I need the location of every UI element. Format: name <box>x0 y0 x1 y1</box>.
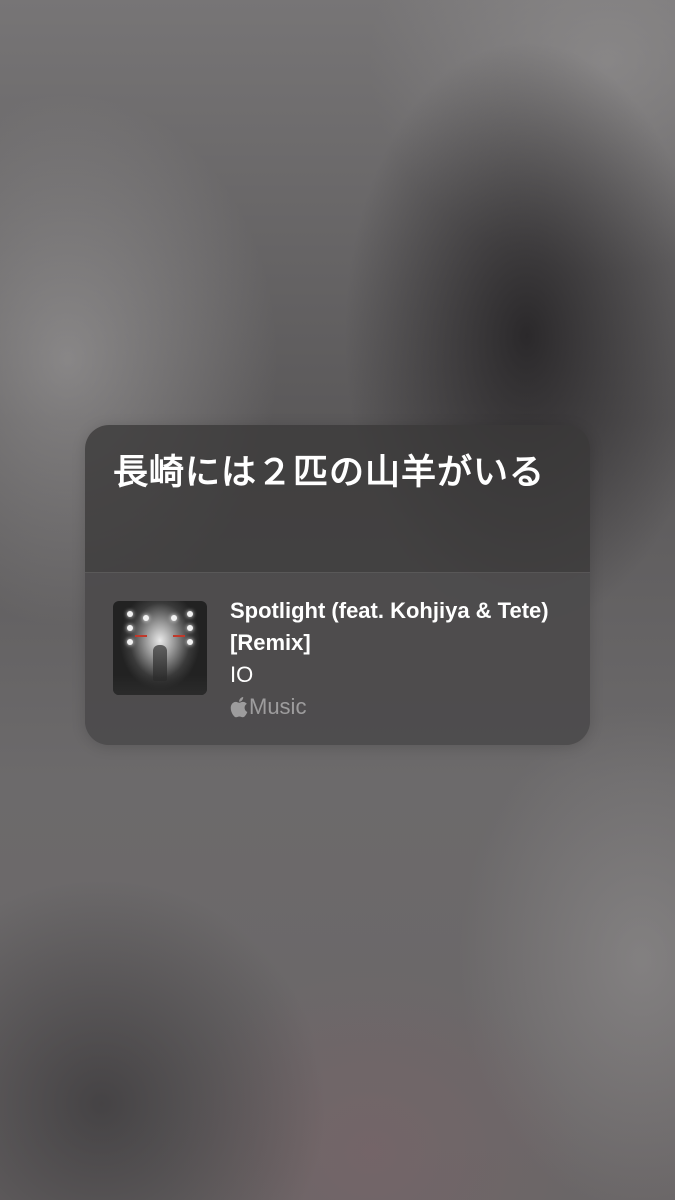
apple-logo-icon <box>230 697 248 718</box>
track-artist: IO <box>230 662 254 687</box>
service-label: Music <box>249 694 307 719</box>
album-artwork[interactable] <box>113 601 207 695</box>
track-title: Spotlight (feat. Kohjiya & Tete) [Remix] <box>230 598 549 655</box>
track-row[interactable]: Spotlight (feat. Kohjiya & Tete) [Remix]… <box>85 573 590 745</box>
card-header: 長崎には２匹の山羊がいる <box>85 425 590 572</box>
shared-music-card[interactable]: 長崎には２匹の山羊がいる Spotlight (feat. Kohjiya & … <box>85 425 590 745</box>
card-title: 長崎には２匹の山羊がいる <box>113 453 546 493</box>
apple-music-badge: Music <box>230 693 306 721</box>
